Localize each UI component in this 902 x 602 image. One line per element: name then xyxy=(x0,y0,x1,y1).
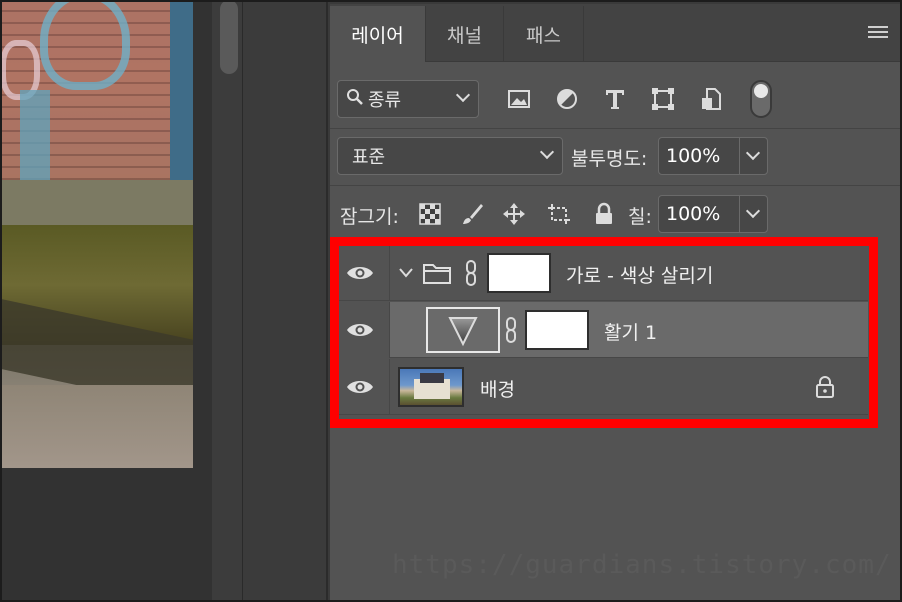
opacity-input[interactable]: 100% xyxy=(658,137,768,175)
divider xyxy=(330,128,900,129)
chevron-down-icon xyxy=(540,146,554,160)
blend-row: 표준 불투명도: 100% xyxy=(330,134,900,178)
opacity-value: 100% xyxy=(666,145,721,167)
fill-value: 100% xyxy=(666,203,721,225)
lock-image-pixels-brush-icon[interactable] xyxy=(460,202,484,226)
graffiti-shape xyxy=(170,0,193,190)
highlight-annotation-box xyxy=(330,237,878,428)
lock-artboard-icon[interactable] xyxy=(546,202,570,226)
chevron-down-icon xyxy=(746,205,760,219)
tab-channels[interactable]: 채널 xyxy=(426,6,504,62)
lock-label: 잠그기: xyxy=(340,206,399,228)
divider xyxy=(330,185,900,186)
canvas-scrollbar-track[interactable] xyxy=(212,0,242,602)
tab-paths[interactable]: 패스 xyxy=(504,6,584,62)
smart-object-filter-icon[interactable] xyxy=(698,86,724,112)
canvas-scrollbar-thumb[interactable] xyxy=(220,0,238,74)
filter-kind-label: 종류 xyxy=(368,90,402,111)
ground-area xyxy=(0,385,193,468)
stone-ledge xyxy=(0,180,193,225)
tab-layers[interactable]: 레이어 xyxy=(330,6,426,62)
graffiti-shape xyxy=(40,0,130,90)
shape-filter-icon[interactable] xyxy=(650,86,676,112)
lock-position-move-icon[interactable] xyxy=(502,202,526,226)
fill-label: 칠: xyxy=(628,206,652,228)
search-icon xyxy=(346,88,364,111)
panel-dock-gutter xyxy=(242,0,328,602)
filter-kind-select[interactable]: 종류 xyxy=(337,80,479,118)
panel-menu-icon[interactable] xyxy=(868,26,888,40)
fill-dropdown-button[interactable] xyxy=(739,196,767,232)
filter-toggle-switch[interactable] xyxy=(750,80,772,118)
blend-mode-select[interactable]: 표준 xyxy=(337,137,563,175)
chevron-down-icon xyxy=(456,89,470,103)
lock-transparent-pixels-icon[interactable] xyxy=(418,202,442,226)
graffiti-shape xyxy=(20,90,50,185)
opacity-label: 불투명도: xyxy=(571,148,648,170)
chevron-down-icon xyxy=(746,147,760,161)
type-filter-icon[interactable] xyxy=(602,86,628,112)
watermark-text: https://guardians.tistory.com/ xyxy=(392,550,892,580)
panel-tab-bar: 레이어 채널 패스 xyxy=(330,4,900,62)
image-filter-icon[interactable] xyxy=(506,86,532,112)
lock-all-icon[interactable] xyxy=(592,202,616,226)
lock-row: 잠그기: 칠: 100% xyxy=(330,192,900,236)
fill-input[interactable]: 100% xyxy=(658,195,768,233)
blend-mode-value: 표준 xyxy=(352,147,386,168)
layer-filter-row: 종류 xyxy=(330,76,900,122)
adjustment-filter-icon[interactable] xyxy=(554,86,580,112)
panel-divider[interactable] xyxy=(326,0,328,602)
opacity-dropdown-button[interactable] xyxy=(739,138,767,174)
document-image[interactable] xyxy=(0,0,193,468)
